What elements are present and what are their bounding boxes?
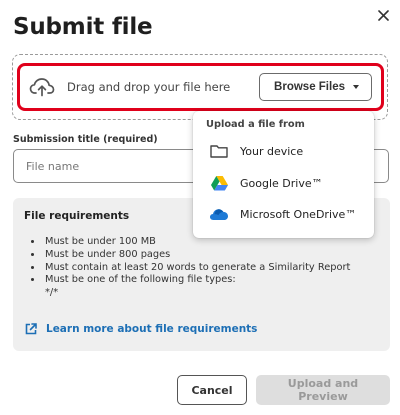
onedrive-icon bbox=[209, 205, 229, 223]
submission-title-label: Submission title (required) bbox=[13, 134, 158, 145]
list-item-text: Must be one of the following file types: bbox=[45, 274, 236, 286]
menu-header: Upload a file from bbox=[206, 119, 305, 130]
file-types-value: */* bbox=[45, 287, 59, 299]
folder-icon bbox=[209, 142, 229, 160]
cancel-button[interactable]: Cancel bbox=[177, 375, 247, 405]
cloud-upload-icon bbox=[29, 78, 55, 97]
drop-zone-highlight: Drag and drop your file here Browse File… bbox=[17, 63, 384, 111]
list-item: Must be one of the following file types:… bbox=[43, 274, 350, 300]
list-item: Must contain at least 20 words to genera… bbox=[43, 262, 350, 275]
dialog-title: Submit file bbox=[13, 14, 153, 40]
caret-down-icon bbox=[353, 85, 359, 89]
learn-more-link[interactable]: Learn more about file requirements bbox=[24, 322, 257, 336]
requirements-list: Must be under 100 MB Must be under 800 p… bbox=[33, 236, 350, 300]
close-icon bbox=[377, 9, 389, 21]
menu-item-label: Microsoft OneDrive™ bbox=[240, 207, 357, 221]
menu-item-label: Google Drive™ bbox=[240, 176, 323, 190]
menu-item-your-device[interactable]: Your device bbox=[193, 137, 374, 165]
menu-item-onedrive[interactable]: Microsoft OneDrive™ bbox=[193, 200, 374, 228]
list-item: Must be under 800 pages bbox=[43, 249, 350, 262]
upload-source-menu: Upload a file from Your device Google Dr… bbox=[193, 111, 374, 238]
drop-zone-text: Drag and drop your file here bbox=[67, 80, 231, 94]
menu-item-label: Your device bbox=[240, 144, 304, 158]
external-link-icon bbox=[25, 323, 37, 335]
close-button[interactable] bbox=[374, 6, 392, 24]
browse-files-button[interactable]: Browse Files bbox=[259, 73, 372, 101]
browse-files-label: Browse Files bbox=[274, 81, 345, 93]
menu-item-google-drive[interactable]: Google Drive™ bbox=[193, 169, 374, 197]
upload-and-preview-button[interactable]: Upload and Preview bbox=[256, 375, 390, 405]
file-requirements-title: File requirements bbox=[24, 210, 130, 222]
learn-more-label: Learn more about file requirements bbox=[46, 323, 258, 335]
google-drive-icon bbox=[209, 174, 229, 192]
